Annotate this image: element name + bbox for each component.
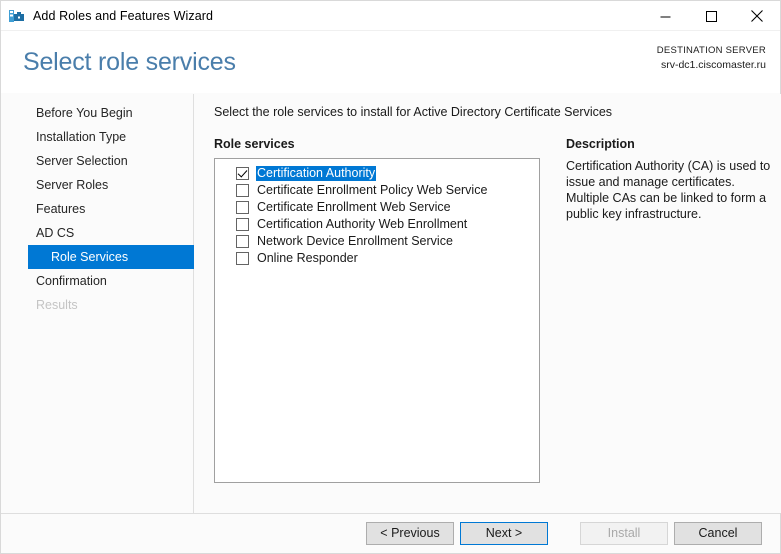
main-pane: Select the role services to install for … (194, 94, 781, 513)
role-service-label: Certification Authority (256, 166, 377, 181)
server-manager-icon (9, 9, 24, 22)
install-button: Install (580, 522, 668, 545)
maximize-icon (705, 10, 717, 22)
sidebar-item-role-services[interactable]: Role Services (28, 245, 194, 269)
role-services-label: Role services (214, 137, 295, 151)
title-bar: Add Roles and Features Wizard (1, 1, 780, 31)
description-body: Certification Authority (CA) is used to … (566, 159, 771, 221)
page-title: Select role services (23, 47, 236, 76)
sidebar-item-ad-cs[interactable]: AD CS (1, 221, 193, 245)
page-header: Select role services DESTINATION SERVER … (1, 31, 780, 93)
minimize-icon (660, 16, 670, 17)
role-service-row[interactable]: Certificate Enrollment Policy Web Servic… (215, 182, 539, 199)
wizard-body: Before You Begin Installation Type Server … (1, 93, 781, 513)
role-service-label: Network Device Enrollment Service (257, 234, 453, 248)
role-services-column: Role services Certification Authority Cer… (214, 137, 540, 483)
role-services-listbox[interactable]: Certification Authority Certificate Enrol… (214, 158, 540, 483)
sidebar-item-server-selection[interactable]: Server Selection (1, 149, 193, 173)
sidebar-item-results: Results (36, 298, 78, 312)
next-button[interactable]: Next > (460, 522, 548, 545)
wizard-footer: < Previous Next > Install Cancel (1, 513, 780, 553)
sidebar-item-server-roles[interactable]: Server Roles (1, 173, 193, 197)
window-controls (642, 1, 780, 31)
checkbox-checked-icon[interactable] (236, 167, 249, 180)
sidebar-item-before-you-begin[interactable]: Before You Begin (1, 101, 193, 125)
close-button[interactable] (734, 1, 780, 31)
content-columns: Role services Certification Authority Cer… (214, 137, 781, 483)
destination-server-label: DESTINATION SERVER (656, 45, 766, 56)
sidebar-item-features[interactable]: Features (1, 197, 193, 221)
window-title: Add Roles and Features Wizard (33, 8, 214, 23)
role-service-row[interactable]: Certificate Enrollment Web Service (215, 199, 539, 216)
checkbox-icon[interactable] (236, 252, 249, 265)
destination-server-name: srv-dc1.ciscomaster.ru (660, 58, 766, 71)
maximize-button[interactable] (688, 1, 734, 31)
role-service-row[interactable]: Certification Authority Web Enrollment (215, 216, 539, 233)
checkbox-icon[interactable] (236, 201, 249, 214)
checkbox-icon[interactable] (236, 235, 249, 248)
minimize-button[interactable] (642, 1, 688, 31)
role-service-row[interactable]: Online Responder (215, 250, 539, 267)
description-title: Description (566, 137, 635, 151)
role-service-row[interactable]: Network Device Enrollment Service (215, 233, 539, 250)
cancel-button[interactable]: Cancel (674, 522, 762, 545)
role-service-label: Certificate Enrollment Web Service (257, 200, 451, 214)
checkbox-icon[interactable] (236, 218, 249, 231)
close-icon (751, 10, 763, 22)
destination-server-block: DESTINATION SERVER srv-dc1.ciscomaster.r… (657, 45, 766, 72)
description-column: Description Certification Authority (CA)… (566, 137, 781, 222)
role-service-label: Online Responder (257, 251, 358, 265)
previous-button[interactable]: < Previous (366, 522, 454, 545)
role-service-label: Certification Authority Web Enrollment (257, 217, 468, 231)
wizard-steps-sidebar: Before You Begin Installation Type Server … (1, 94, 194, 513)
role-service-row[interactable]: Certification Authority (215, 165, 539, 182)
checkbox-icon[interactable] (236, 184, 249, 197)
sidebar-item-confirmation[interactable]: Confirmation (1, 269, 193, 293)
role-service-label: Certificate Enrollment Policy Web Servic… (257, 183, 488, 197)
instruction-text: Select the role services to install for … (214, 105, 613, 119)
add-roles-wizard-window: Add Roles and Features Wizard Select rol… (0, 0, 781, 554)
sidebar-item-installation-type[interactable]: Installation Type (1, 125, 193, 149)
